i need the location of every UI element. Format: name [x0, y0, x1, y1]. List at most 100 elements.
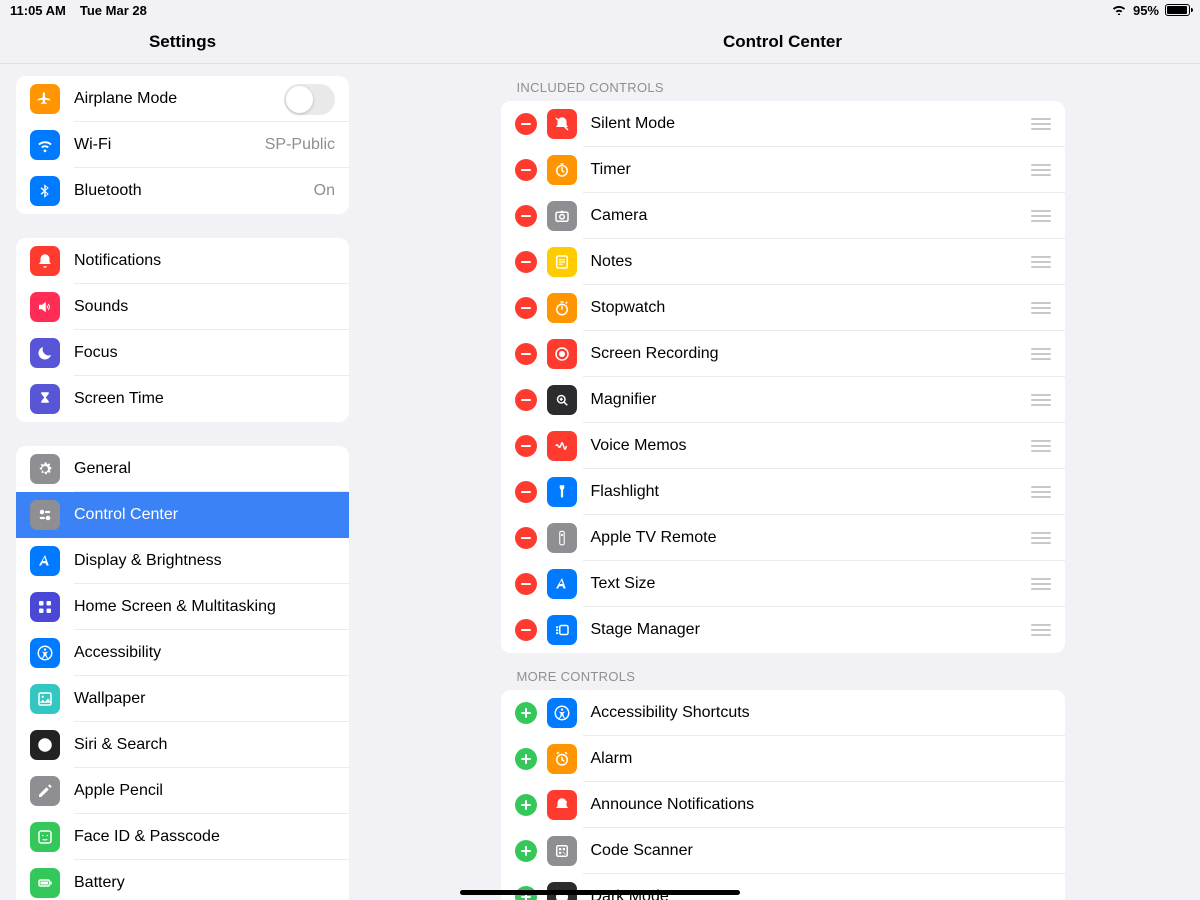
- sidebar-item-airplane-mode[interactable]: Airplane Mode: [16, 76, 349, 122]
- bluetooth-icon: [30, 176, 60, 206]
- textsize-icon: [30, 546, 60, 576]
- remove-button[interactable]: [515, 113, 537, 135]
- drag-handle-icon[interactable]: [1031, 118, 1051, 130]
- voicememo-icon: [547, 431, 577, 461]
- toggle-airplane-mode[interactable]: [284, 84, 335, 115]
- control-label: Magnifier: [591, 391, 1031, 409]
- control-label: Voice Memos: [591, 437, 1031, 455]
- section-header-included: Included Controls: [517, 80, 1083, 95]
- sidebar-item-label: Face ID & Passcode: [74, 828, 335, 846]
- grid-icon: [30, 592, 60, 622]
- remove-button[interactable]: [515, 573, 537, 595]
- sidebar-item-wallpaper[interactable]: Wallpaper: [16, 676, 349, 722]
- sidebar-item-notifications[interactable]: Notifications: [16, 238, 349, 284]
- control-label: Camera: [591, 207, 1031, 225]
- sidebar-item-focus[interactable]: Focus: [16, 330, 349, 376]
- sidebar-item-display-brightness[interactable]: Display & Brightness: [16, 538, 349, 584]
- drag-handle-icon[interactable]: [1031, 164, 1051, 176]
- control-label: Text Size: [591, 575, 1031, 593]
- drag-handle-icon[interactable]: [1031, 302, 1051, 314]
- control-row-notes: Notes: [501, 239, 1065, 285]
- add-button[interactable]: [515, 840, 537, 862]
- sidebar-item-label: Display & Brightness: [74, 552, 335, 570]
- drag-handle-icon[interactable]: [1031, 486, 1051, 498]
- status-time: 11:05 AM: [10, 3, 66, 18]
- sidebar-item-sounds[interactable]: Sounds: [16, 284, 349, 330]
- pencil-icon: [30, 776, 60, 806]
- drag-handle-icon[interactable]: [1031, 394, 1051, 406]
- sidebar-item-control-center[interactable]: Control Center: [16, 492, 349, 538]
- status-date: Tue Mar 28: [80, 3, 147, 18]
- drag-handle-icon[interactable]: [1031, 532, 1051, 544]
- sidebar-item-siri-search[interactable]: Siri & Search: [16, 722, 349, 768]
- sidebar-item-label: Screen Time: [74, 390, 335, 408]
- control-label: Accessibility Shortcuts: [591, 704, 1051, 722]
- remove-button[interactable]: [515, 251, 537, 273]
- bell-icon: [30, 246, 60, 276]
- wifi-icon: [1111, 3, 1127, 18]
- drag-handle-icon[interactable]: [1031, 348, 1051, 360]
- accessibility-icon: [547, 698, 577, 728]
- tvremote-icon: [547, 523, 577, 553]
- sidebar-item-accessibility[interactable]: Accessibility: [16, 630, 349, 676]
- nav-header: Settings Control Center: [0, 20, 1200, 64]
- status-battery-pct: 95%: [1133, 3, 1159, 18]
- more-controls-list: Accessibility Shortcuts Alarm Announce Not…: [501, 690, 1065, 900]
- announce-icon: [547, 790, 577, 820]
- camera-icon: [547, 201, 577, 231]
- drag-handle-icon[interactable]: [1031, 256, 1051, 268]
- sidebar-item-bluetooth[interactable]: BluetoothOn: [16, 168, 349, 214]
- settings-sidebar[interactable]: Airplane Mode Wi-FiSP-PublicBluetoothOn No…: [0, 64, 365, 900]
- remove-button[interactable]: [515, 205, 537, 227]
- drag-handle-icon[interactable]: [1031, 210, 1051, 222]
- status-bar: 11:05 AM Tue Mar 28 95%: [0, 0, 1200, 20]
- sidebar-item-value: On: [314, 182, 335, 200]
- bellslash-icon: [547, 109, 577, 139]
- control-row-magnifier: Magnifier: [501, 377, 1065, 423]
- remove-button[interactable]: [515, 159, 537, 181]
- sidebar-item-value: SP-Public: [265, 136, 335, 154]
- control-label: Stopwatch: [591, 299, 1031, 317]
- airplane-icon: [30, 84, 60, 114]
- drag-handle-icon[interactable]: [1031, 624, 1051, 636]
- control-label: Screen Recording: [591, 345, 1031, 363]
- sidebar-item-general[interactable]: General: [16, 446, 349, 492]
- sidebar-item-face-id-passcode[interactable]: Face ID & Passcode: [16, 814, 349, 860]
- sidebar-item-home-screen-multitasking[interactable]: Home Screen & Multitasking: [16, 584, 349, 630]
- remove-button[interactable]: [515, 435, 537, 457]
- remove-button[interactable]: [515, 343, 537, 365]
- drag-handle-icon[interactable]: [1031, 440, 1051, 452]
- sidebar-item-screen-time[interactable]: Screen Time: [16, 376, 349, 422]
- control-row-announce-notifications: Announce Notifications: [501, 782, 1065, 828]
- sidebar-item-label: Airplane Mode: [74, 90, 284, 108]
- magnifier-icon: [547, 385, 577, 415]
- sidebar-item-battery[interactable]: Battery: [16, 860, 349, 900]
- siri-icon: [30, 730, 60, 760]
- add-button[interactable]: [515, 794, 537, 816]
- alarm-icon: [547, 744, 577, 774]
- flashlight-icon: [547, 477, 577, 507]
- control-row-silent-mode: Silent Mode: [501, 101, 1065, 147]
- sidebar-item-label: Notifications: [74, 252, 335, 270]
- sidebar-item-apple-pencil[interactable]: Apple Pencil: [16, 768, 349, 814]
- battery-icon: [1165, 4, 1190, 16]
- wallpaper-icon: [30, 684, 60, 714]
- remove-button[interactable]: [515, 389, 537, 411]
- sidebar-item-label: Apple Pencil: [74, 782, 335, 800]
- control-row-text-size: Text Size: [501, 561, 1065, 607]
- accessibility-icon: [30, 638, 60, 668]
- add-button[interactable]: [515, 702, 537, 724]
- remove-button[interactable]: [515, 619, 537, 641]
- drag-handle-icon[interactable]: [1031, 578, 1051, 590]
- control-row-timer: Timer: [501, 147, 1065, 193]
- control-row-screen-recording: Screen Recording: [501, 331, 1065, 377]
- remove-button[interactable]: [515, 481, 537, 503]
- sidebar-item-wi-fi[interactable]: Wi-FiSP-Public: [16, 122, 349, 168]
- add-button[interactable]: [515, 748, 537, 770]
- remove-button[interactable]: [515, 527, 537, 549]
- notes-icon: [547, 247, 577, 277]
- control-label: Alarm: [591, 750, 1051, 768]
- remove-button[interactable]: [515, 297, 537, 319]
- home-indicator[interactable]: [460, 890, 740, 895]
- detail-pane[interactable]: Included Controls Silent ModeTimer Camera…: [365, 64, 1200, 900]
